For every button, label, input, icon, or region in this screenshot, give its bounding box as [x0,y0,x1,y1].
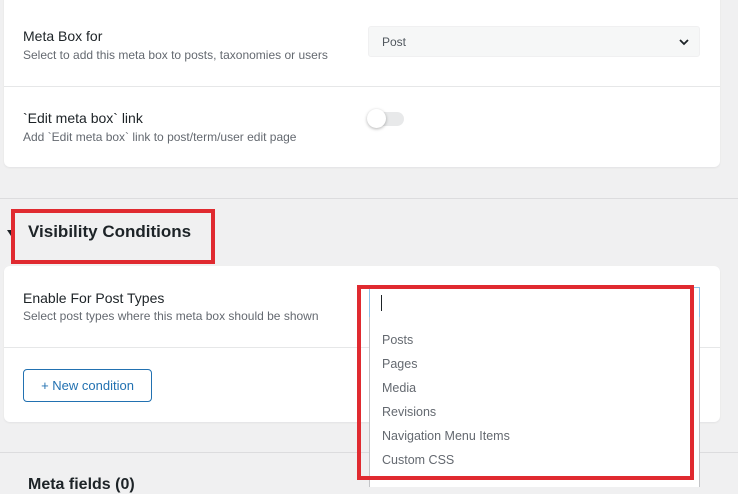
post-types-description: Select post types where this meta box sh… [23,309,319,323]
chevron-down-icon [679,39,689,46]
edit-link-label: `Edit meta box` link [23,110,143,126]
edit-link-toggle[interactable] [367,109,404,128]
annotation-highlight-title [11,209,215,264]
toggle-knob [367,109,386,128]
new-condition-button[interactable]: + New condition [23,369,152,402]
meta-box-for-select[interactable]: Post [368,26,700,57]
meta-fields-title: Meta fields (0) [28,476,135,493]
meta-box-for-label: Meta Box for [23,28,103,44]
post-types-label: Enable For Post Types [23,290,165,306]
row-divider [4,86,720,87]
edit-link-description: Add `Edit meta box` link to post/term/us… [23,130,297,144]
settings-card: Meta Box for Select to add this meta box… [4,0,720,167]
annotation-highlight-dropdown [357,285,694,480]
section-separator [0,198,738,199]
meta-box-for-description: Select to add this meta box to posts, ta… [23,48,328,62]
meta-box-for-selected-value: Post [382,35,407,49]
